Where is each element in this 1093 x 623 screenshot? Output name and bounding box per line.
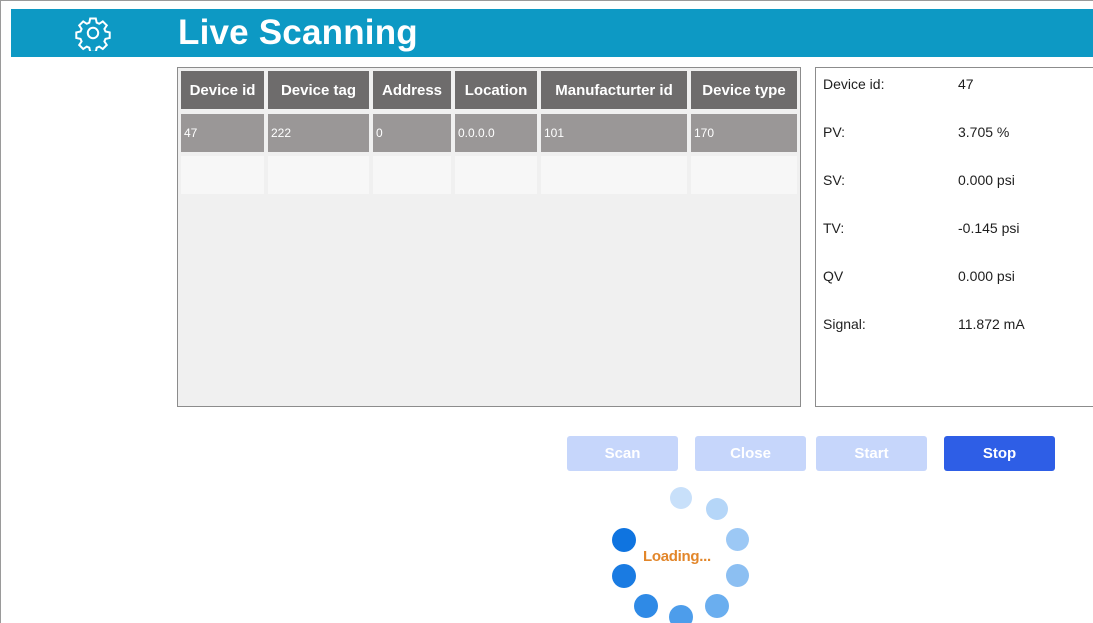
spinner-dot	[726, 564, 749, 587]
spinner-dot	[634, 594, 658, 618]
detail-label: PV:	[823, 124, 846, 140]
detail-label: Device id:	[823, 76, 885, 92]
gear-icon[interactable]	[75, 15, 111, 51]
device-table[interactable]: Device id Device tag Address Location Ma…	[177, 67, 801, 407]
detail-value: 47	[958, 76, 974, 92]
spinner-dot	[612, 564, 636, 588]
detail-signal: Signal: 11.872 mA	[823, 316, 1025, 332]
detail-label: QV	[823, 268, 844, 284]
detail-qv: QV 0.000 psi	[823, 268, 1015, 284]
column-header-manufacturer-id[interactable]: Manufacturter id	[541, 71, 687, 109]
detail-value: 3.705 %	[958, 124, 1010, 140]
cell-device-id[interactable]: 47	[181, 114, 264, 152]
scan-button[interactable]: Scan	[567, 436, 678, 471]
spinner-dot	[670, 487, 692, 509]
start-button[interactable]: Start	[816, 436, 927, 471]
spinner-dot	[726, 528, 749, 551]
column-header-device-type[interactable]: Device type	[691, 71, 797, 109]
stop-button[interactable]: Stop	[944, 436, 1055, 471]
cell-location[interactable]: 0.0.0.0	[455, 114, 537, 152]
detail-device-id: Device id: 47	[823, 76, 974, 92]
loading-text: Loading...	[643, 548, 711, 565]
detail-label: TV:	[823, 220, 845, 236]
detail-tv: TV: -0.145 psi	[823, 220, 1019, 236]
column-header-location[interactable]: Location	[455, 71, 537, 109]
cell-manufacturer-id[interactable]: 101	[541, 114, 687, 152]
cell-address[interactable]: 0	[373, 114, 451, 152]
cell-location[interactable]	[455, 156, 537, 194]
detail-value: 11.872 mA	[958, 316, 1025, 332]
table-row[interactable]: 47 222 0 0.0.0.0 101 170	[181, 114, 797, 152]
detail-pv: PV: 3.705 %	[823, 124, 1009, 140]
detail-sv: SV: 0.000 psi	[823, 172, 1015, 188]
cell-manufacturer-id[interactable]	[541, 156, 687, 194]
cell-address[interactable]	[373, 156, 451, 194]
detail-label: Signal:	[823, 316, 866, 332]
cell-device-tag[interactable]	[268, 156, 369, 194]
spinner-dot	[669, 605, 693, 623]
column-header-address[interactable]: Address	[373, 71, 451, 109]
detail-label: SV:	[823, 172, 846, 188]
spinner-dot	[612, 528, 636, 552]
spinner-dot	[706, 498, 728, 520]
table-row-empty[interactable]	[181, 156, 797, 194]
app-window: Live Scanning Device id Device tag Addre…	[0, 0, 1093, 623]
detail-value: -0.145 psi	[958, 220, 1020, 236]
device-details-panel: Device id: 47 PV: 3.705 % SV: 0.000 psi …	[815, 67, 1093, 407]
table-header-row: Device id Device tag Address Location Ma…	[181, 71, 797, 109]
cell-device-tag[interactable]: 222	[268, 114, 369, 152]
cell-device-id[interactable]	[181, 156, 264, 194]
spinner-dot	[705, 594, 729, 618]
header-bar: Live Scanning	[11, 9, 1093, 57]
detail-value: 0.000 psi	[958, 268, 1015, 284]
cell-device-type[interactable]	[691, 156, 797, 194]
page-title: Live Scanning	[178, 13, 418, 52]
cell-device-type[interactable]: 170	[691, 114, 797, 152]
column-header-device-id[interactable]: Device id	[181, 71, 264, 109]
column-header-device-tag[interactable]: Device tag	[268, 71, 369, 109]
detail-value: 0.000 psi	[958, 172, 1015, 188]
close-button[interactable]: Close	[695, 436, 806, 471]
